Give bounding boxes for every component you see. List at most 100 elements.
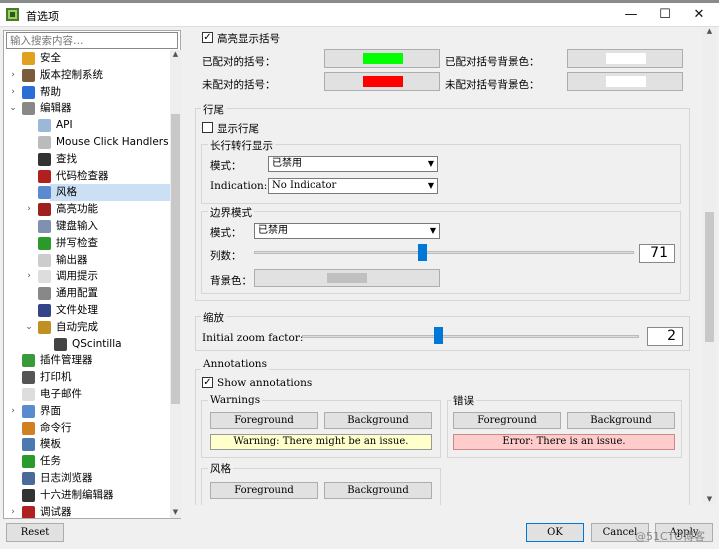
edge-mode-group-title: 边界模式 <box>208 205 254 220</box>
errors-group-title: 错误 <box>451 393 476 408</box>
close-button[interactable]: ✕ <box>682 3 716 27</box>
sidebar-item[interactable]: 打印机 <box>4 369 170 386</box>
sidebar-item-label: 通用配置 <box>56 287 98 300</box>
sidebar-scroll-thumb[interactable] <box>171 114 180 404</box>
zoom-factor-slider[interactable] <box>302 335 639 338</box>
warnings-sample-label: Warning: There might be an issue. <box>210 434 432 450</box>
sidebar-item[interactable]: 拼写检查 <box>4 235 170 252</box>
expand-arrow-icon[interactable]: › <box>24 268 34 285</box>
show-annotations-checkbox[interactable]: ✓ <box>202 377 213 388</box>
sidebar-item[interactable]: › 界面 <box>4 403 170 420</box>
panel-scroll-thumb[interactable] <box>705 212 714 342</box>
sidebar-item-label: 编辑器 <box>40 102 72 115</box>
expand-arrow-icon[interactable]: › <box>8 67 18 84</box>
zoom-factor-slider-thumb[interactable] <box>434 327 443 344</box>
sidebar-item[interactable]: 模板 <box>4 436 170 453</box>
expand-arrow-icon[interactable]: › <box>8 504 18 518</box>
show-eol-checkbox[interactable] <box>202 122 213 133</box>
edge-columns-slider[interactable] <box>254 251 634 254</box>
bug-icon <box>38 169 51 183</box>
sidebar-item[interactable]: 十六进制编辑器 <box>4 487 170 504</box>
sidebar-item[interactable]: 电子邮件 <box>4 386 170 403</box>
highlight-braces-checkbox[interactable]: ✓ <box>202 32 213 43</box>
edge-columns-slider-thumb[interactable] <box>418 244 427 261</box>
unmatched-brace-color-button[interactable] <box>324 72 440 91</box>
matched-brace-color-button[interactable] <box>324 49 440 68</box>
sidebar-item[interactable]: QScintilla <box>4 336 170 353</box>
sidebar-item[interactable]: › 调试器 <box>4 504 170 518</box>
sidebar-item[interactable]: 命令行 <box>4 420 170 437</box>
sidebar-item[interactable]: 代码检查器 <box>4 168 170 185</box>
sidebar-item-label: 帮助 <box>40 85 61 98</box>
warnings-background-button[interactable]: Background <box>324 412 432 429</box>
sidebar-item[interactable]: › 版本控制系统 <box>4 67 170 84</box>
sidebar-item[interactable]: › 高亮功能 <box>4 201 170 218</box>
ok-button[interactable]: OK <box>526 523 584 542</box>
long-lines-mode-select[interactable]: 已禁用 ▼ <box>268 156 438 172</box>
matched-brace-swatch <box>363 53 403 64</box>
unmatched-brace-bg-color-button[interactable] <box>567 72 683 91</box>
exporter-icon <box>38 253 51 267</box>
errors-background-button[interactable]: Background <box>567 412 675 429</box>
style-background-button[interactable]: Background <box>324 482 432 499</box>
sidebar-item-label: 命令行 <box>40 421 72 434</box>
collapse-arrow-icon[interactable]: ⌄ <box>8 100 18 117</box>
sidebar-item[interactable]: › 帮助 <box>4 84 170 101</box>
collapse-arrow-icon[interactable]: ⌄ <box>24 319 34 336</box>
style-foreground-button[interactable]: Foreground <box>210 482 318 499</box>
edge-columns-spinbox[interactable]: 71 <box>639 244 675 263</box>
sidebar-item[interactable]: 安全 <box>4 50 170 67</box>
scroll-down-arrow-icon[interactable]: ▼ <box>703 495 716 505</box>
zoom-group-title: 缩放 <box>201 310 226 325</box>
sidebar-item-label: 键盘输入 <box>56 220 98 232</box>
watermark: @51CTO博客 <box>635 530 706 543</box>
panel-scrollbar[interactable]: ▲ ▼ <box>703 27 716 505</box>
sidebar-item[interactable]: 日志浏览器 <box>4 470 170 487</box>
sidebar-item[interactable]: 通用配置 <box>4 285 170 302</box>
sidebar-item[interactable]: ⌄ 编辑器 <box>4 100 170 117</box>
sidebar-item[interactable]: 输出器 <box>4 252 170 269</box>
dropdown-arrow-icon: ▼ <box>427 159 434 168</box>
search-input[interactable] <box>6 32 178 49</box>
save-icon <box>38 304 51 317</box>
shell-icon <box>22 421 35 435</box>
scroll-up-arrow-icon[interactable]: ▲ <box>170 50 181 60</box>
sidebar-item[interactable]: 插件管理器 <box>4 352 170 369</box>
sidebar-item[interactable]: 任务 <box>4 453 170 470</box>
sidebar-item-label: 查找 <box>56 152 77 165</box>
scroll-down-arrow-icon[interactable]: ▼ <box>170 508 181 518</box>
edge-background-color-button[interactable] <box>254 269 440 287</box>
matched-brace-label: 已配对的括号： <box>202 56 276 68</box>
expand-arrow-icon[interactable]: › <box>24 201 34 218</box>
reset-button[interactable]: Reset <box>6 523 64 542</box>
scroll-up-arrow-icon[interactable]: ▲ <box>703 27 716 37</box>
edge-mode-select[interactable]: 已禁用 ▼ <box>254 223 440 239</box>
sidebar-item[interactable]: 风格 <box>38 184 170 202</box>
sidebar-item[interactable]: Mouse Click Handlers <box>4 134 170 151</box>
sidebar-item[interactable]: 查找 <box>4 151 170 168</box>
long-lines-mode-label: 模式： <box>210 160 242 172</box>
warnings-foreground-button[interactable]: Foreground <box>210 412 318 429</box>
sidebar-item[interactable]: ⌄ 自动完成 <box>4 319 170 336</box>
matched-brace-bg-color-button[interactable] <box>567 49 683 68</box>
sidebar-item-label: 版本控制系统 <box>40 68 103 81</box>
sidebar-item[interactable]: 文件处理 <box>4 302 170 319</box>
show-eol-label: 显示行尾 <box>217 123 259 135</box>
minimize-button[interactable]: — <box>614 3 648 27</box>
sidebar-item-label: QScintilla <box>72 337 122 350</box>
zoom-factor-label: Initial zoom factor: <box>202 332 304 344</box>
indication-select[interactable]: No Indicator ▼ <box>268 178 438 194</box>
sidebar-item-label: 电子邮件 <box>40 388 82 400</box>
errors-foreground-button[interactable]: Foreground <box>453 412 561 429</box>
edge-mode-label: 模式： <box>210 227 242 239</box>
sidebar-item[interactable]: API <box>4 117 170 134</box>
sidebar-item-label: 代码检查器 <box>56 169 109 182</box>
maximize-button[interactable]: ☐ <box>648 3 682 27</box>
debugger-icon <box>22 505 35 518</box>
expand-arrow-icon[interactable]: › <box>8 403 18 420</box>
sidebar-item[interactable]: 键盘输入 <box>4 218 170 235</box>
sidebar-item[interactable]: › 调用提示 <box>4 268 170 285</box>
zoom-factor-spinbox[interactable]: 2 <box>647 327 683 346</box>
sidebar-scrollbar[interactable]: ▲ ▼ <box>170 50 181 518</box>
expand-arrow-icon[interactable]: › <box>8 84 18 101</box>
